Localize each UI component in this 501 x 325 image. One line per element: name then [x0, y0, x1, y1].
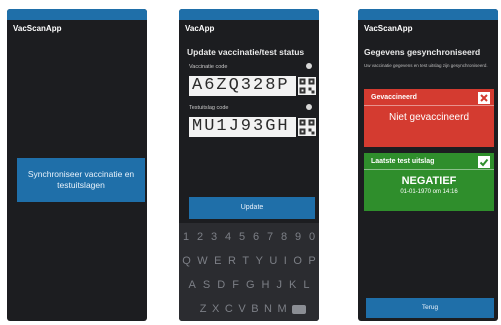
screen-sync: VacScanApp Synchroniseer vaccinatie en t… [7, 9, 147, 321]
key[interactable]: O [293, 255, 302, 267]
key[interactable]: 8 [281, 231, 287, 243]
keyboard: 1 2 3 4 5 6 7 8 9 0 Q W E R T Y U I O P … [179, 223, 319, 321]
status-bar [358, 9, 498, 20]
key[interactable]: 3 [211, 231, 217, 243]
qr-scan-icon[interactable] [298, 77, 316, 95]
key[interactable]: U [269, 255, 277, 267]
vaccination-status-text: Niet gevaccineerd [388, 112, 470, 123]
vaccination-code-label: Vaccinatie code [189, 64, 228, 70]
key[interactable]: Z [200, 303, 207, 315]
key[interactable]: H [262, 279, 270, 291]
key[interactable]: 9 [295, 231, 301, 243]
key[interactable]: 7 [267, 231, 273, 243]
key[interactable]: Y [256, 255, 263, 267]
update-button[interactable]: Update [189, 197, 315, 219]
keyboard-row-qwerty: Q W E R T Y U I O P [179, 255, 319, 267]
key[interactable]: K [289, 279, 296, 291]
key[interactable]: X [212, 303, 219, 315]
key[interactable]: R [228, 255, 236, 267]
key[interactable]: E [214, 255, 221, 267]
key[interactable]: 6 [253, 231, 259, 243]
app-title: VacApp [185, 24, 215, 33]
key[interactable]: J [276, 279, 282, 291]
screen-result: VacScanApp Gegevens gesynchroniseerd Uw … [358, 9, 498, 321]
key[interactable]: S [203, 279, 210, 291]
key[interactable]: 5 [239, 231, 245, 243]
key[interactable]: M [278, 303, 287, 315]
back-button[interactable]: Terug [366, 298, 494, 318]
clear-icon[interactable] [306, 63, 312, 69]
key[interactable]: 1 [183, 231, 189, 243]
key[interactable]: L [303, 279, 309, 291]
test-code-field[interactable]: MU1J93GH [189, 117, 296, 137]
key[interactable]: W [197, 255, 207, 267]
app-title: VacScanApp [13, 24, 62, 33]
keyboard-row-zxcv: Z X C V B N M [179, 303, 319, 315]
key[interactable]: Q [182, 255, 191, 267]
key[interactable]: T [242, 255, 249, 267]
test-result-card: Laatste test uitslag NEGATIEF 01-01-1970… [364, 153, 494, 211]
key[interactable]: N [264, 303, 272, 315]
status-bar [179, 9, 319, 20]
key[interactable]: 0 [309, 231, 315, 243]
sync-button[interactable]: Synchroniseer vaccinatie en testuitslage… [17, 158, 145, 202]
key[interactable]: D [217, 279, 225, 291]
key[interactable]: A [189, 279, 196, 291]
backspace-icon[interactable] [292, 305, 307, 314]
key[interactable]: V [238, 303, 245, 315]
clear-icon[interactable] [306, 104, 312, 110]
vaccination-code-field[interactable]: A6ZQ328P [189, 76, 296, 96]
qr-scan-icon[interactable] [298, 118, 316, 136]
page-title: Update vaccinatie/test status [187, 47, 305, 57]
test-card-label: Laatste test uitslag [364, 153, 494, 170]
key[interactable]: C [225, 303, 233, 315]
keyboard-row-asdf: A S D F G H J K L [179, 279, 319, 291]
key[interactable]: 4 [225, 231, 231, 243]
app-title: VacScanApp [364, 24, 413, 33]
key[interactable]: B [251, 303, 258, 315]
key[interactable]: P [308, 255, 315, 267]
test-date-text: 01-01-1970 om 14:16 [400, 189, 458, 195]
key[interactable]: F [232, 279, 239, 291]
test-result-text: NEGATIEF [401, 175, 457, 187]
cross-icon [478, 92, 490, 104]
check-icon [478, 156, 490, 168]
vaccination-status-card: Gevaccineerd Niet gevaccineerd [364, 89, 494, 147]
keyboard-row-numbers: 1 2 3 4 5 6 7 8 9 0 [179, 231, 319, 243]
test-code-label: Testuitslag code [189, 105, 229, 111]
key[interactable]: I [284, 255, 287, 267]
page-title: Gegevens gesynchroniseerd [364, 47, 481, 57]
sync-description: Uw vaccinatie gegevens en test uitslag z… [364, 63, 488, 68]
key[interactable]: 2 [197, 231, 203, 243]
key[interactable]: G [246, 279, 255, 291]
vaccination-card-label: Gevaccineerd [364, 89, 494, 106]
screen-update: VacApp Update vaccinatie/test status Vac… [179, 9, 319, 321]
status-bar [7, 9, 147, 20]
